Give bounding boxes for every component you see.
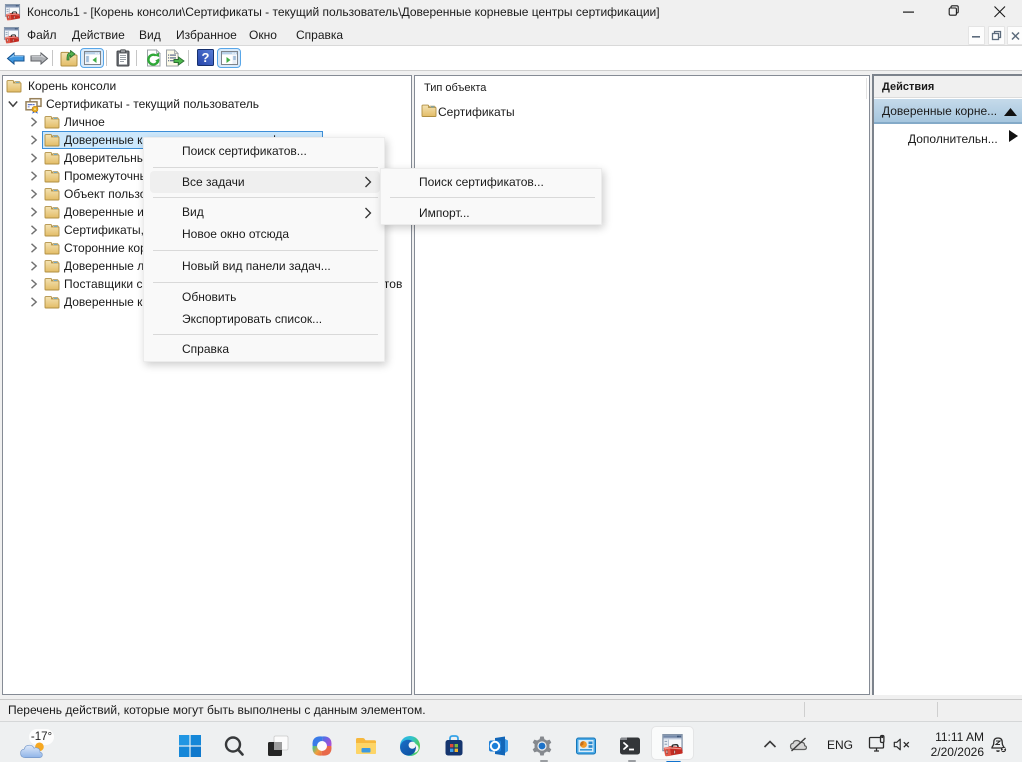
- svg-text:?: ?: [202, 50, 210, 65]
